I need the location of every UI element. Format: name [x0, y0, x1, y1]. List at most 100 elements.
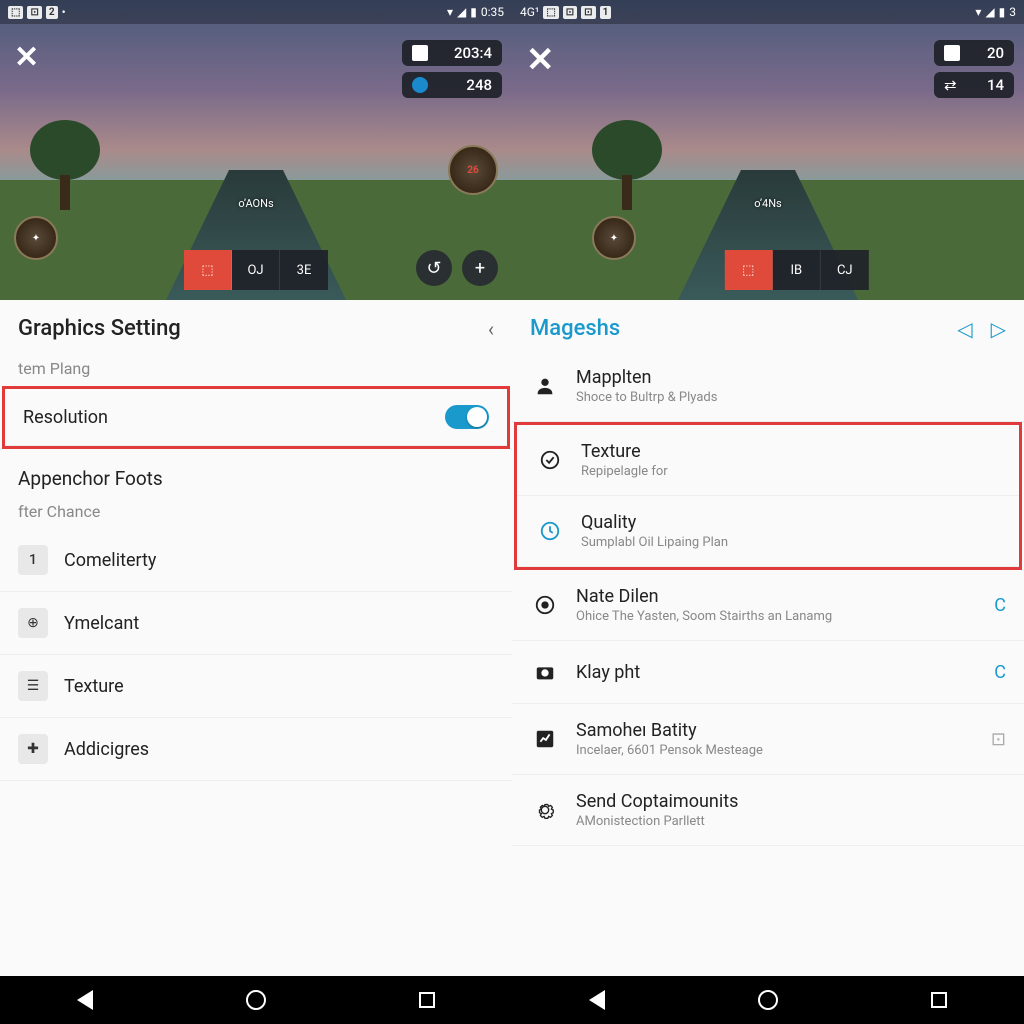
row-resolution[interactable]: Resolution	[5, 389, 507, 446]
status-badge: ⬚	[543, 6, 558, 19]
row-trailing: C	[994, 595, 1006, 616]
signal-icon: ◢	[457, 5, 466, 19]
row-label: Mapplten	[576, 367, 1006, 388]
hud-center-label: oʼ4Ns	[754, 197, 781, 210]
highlight-texture-quality: Texture Repipelagle for QualitySumplabl O…	[514, 422, 1022, 570]
section-label: fter Chance	[0, 494, 512, 529]
hud-rotate-button[interactable]: ↺	[416, 250, 452, 286]
row-sub: Ohice The Yasten, Soom Stairths an Lanam…	[576, 609, 978, 624]
row-send-copt[interactable]: Send Coptaimounits AMonistection Parllett	[512, 775, 1024, 846]
row-item[interactable]: ⊕ Ymelcant	[0, 592, 512, 655]
hud-btn-3[interactable]: 3E	[280, 250, 328, 290]
row-klay-pht[interactable]: Klay pht C	[512, 641, 1024, 704]
status-badge: ⊡	[581, 6, 595, 19]
gear-icon	[530, 795, 560, 825]
android-nav-bar	[0, 976, 512, 1024]
row-sub: Incelaer, 6601 Pensok Mesteage	[576, 743, 975, 758]
highlight-resolution: Resolution	[2, 386, 510, 449]
next-icon[interactable]: ▷	[991, 317, 1006, 341]
hud-stat-2[interactable]: ⇄14	[934, 72, 1014, 98]
row-texture[interactable]: Texture Repipelagle for	[517, 425, 1019, 496]
hud-stats: 20 ⇄14	[934, 40, 1014, 98]
status-left: 4G¹ ⬚ ⊡ ⊡ 1	[520, 5, 611, 19]
row-label: Texture	[581, 441, 1001, 462]
section-label: tem Plang	[0, 351, 512, 386]
hud-stat-1[interactable]: 203:4	[402, 40, 502, 66]
status-dot: •	[62, 5, 66, 19]
status-badge: 1	[600, 6, 612, 19]
home-button[interactable]	[244, 988, 268, 1012]
row-trailing: C	[994, 662, 1006, 683]
panel-header: Graphics Setting ‹	[0, 300, 512, 351]
close-icon[interactable]: ✕	[526, 40, 555, 80]
number-icon: 1	[18, 545, 48, 575]
recent-button[interactable]	[927, 988, 951, 1012]
panel-title: Mageshs	[530, 316, 620, 341]
row-trailing: ⊡	[991, 729, 1006, 750]
list-icon: ☰	[18, 671, 48, 701]
phone-right: 4G¹ ⬚ ⊡ ⊡ 1 ▾ ◢ ▮ 3 ✕ 20 ⇄14 ✦ oʼ4Ns ⬚ I…	[512, 0, 1024, 1024]
row-label: Texture	[64, 676, 494, 697]
row-label: Resolution	[23, 407, 429, 428]
status-bar: 4G¹ ⬚ ⊡ ⊡ 1 ▾ ◢ ▮ 3	[512, 0, 1024, 24]
resolution-toggle[interactable]	[445, 405, 489, 429]
plus-icon: ✚	[18, 734, 48, 764]
wifi-icon: ▾	[447, 5, 453, 19]
row-label: Quality	[581, 512, 1001, 533]
back-icon[interactable]: ‹	[488, 317, 494, 341]
row-sub: Shoce to Bultrp & Plyads	[576, 390, 1006, 405]
row-sub: AMonistection Parllett	[576, 814, 1006, 829]
status-badge: 2	[46, 6, 58, 19]
clock-icon	[535, 516, 565, 546]
battery-icon: ▮	[999, 5, 1006, 19]
row-samohe[interactable]: Samoheı Batity Incelaer, 6601 Pensok Mest…	[512, 704, 1024, 775]
phone-left: ⬚ ⊡ 2 • ▾ ◢ ▮ 0:35 ✕ 203:4 248 26 ✦ oʼAO…	[0, 0, 512, 1024]
hud-btn-3[interactable]: CJ	[821, 250, 869, 290]
row-nate-dilen[interactable]: Nate DilenOhice The Yasten, Soom Stairth…	[512, 570, 1024, 641]
back-button[interactable]	[585, 988, 609, 1012]
status-left: ⬚ ⊡ 2 •	[8, 5, 66, 19]
panel-title: Graphics Setting	[18, 316, 181, 341]
recent-button[interactable]	[415, 988, 439, 1012]
prev-icon[interactable]: ◁	[957, 317, 972, 341]
panel-nav: ◁ ▷	[957, 317, 1006, 341]
chart-icon	[530, 724, 560, 754]
back-button[interactable]	[73, 988, 97, 1012]
hud-badge[interactable]: 26	[448, 145, 498, 195]
home-button[interactable]	[756, 988, 780, 1012]
row-mappiten[interactable]: Mapplten Shoce to Bultrp & Plyads	[512, 351, 1024, 422]
close-icon[interactable]: ✕	[14, 40, 39, 75]
status-badge: ⊡	[563, 6, 577, 19]
game-preview: ✕ 20 ⇄14 ✦ oʼ4Ns ⬚ IB CJ	[512, 0, 1024, 300]
person-icon	[530, 371, 560, 401]
hud-badge-left[interactable]: ✦	[14, 216, 58, 260]
hud-bottom-bar: ⬚ IB CJ	[725, 250, 869, 290]
row-item[interactable]: ✚ Addicigres	[0, 718, 512, 781]
target-icon	[530, 590, 560, 620]
hud-badge-left[interactable]: ✦	[592, 216, 636, 260]
row-item[interactable]: ☰ Texture	[0, 655, 512, 718]
hud-stat-2[interactable]: 248	[402, 72, 502, 98]
row-label: Addicigres	[64, 739, 494, 760]
hud-btn-2[interactable]: OJ	[232, 250, 280, 290]
row-label: Send Coptaimounits	[576, 791, 1006, 812]
row-item[interactable]: 1 Comeliterty	[0, 529, 512, 592]
row-label: Klay pht	[576, 662, 978, 683]
hud-btn-2[interactable]: IB	[773, 250, 821, 290]
status-badge: ⬚	[8, 6, 23, 19]
network-label: 4G¹	[520, 5, 539, 19]
android-nav-bar	[512, 976, 1024, 1024]
row-sub: Repipelagle for	[581, 464, 1001, 479]
settings-panel: Mageshs ◁ ▷ Mapplten Shoce to Bultrp & Pl…	[512, 300, 1024, 976]
hud-btn-1[interactable]: ⬚	[725, 250, 773, 290]
status-right: ▾ ◢ ▮ 0:35	[447, 5, 504, 19]
settings-panel: Graphics Setting ‹ tem Plang Resolution …	[0, 300, 512, 976]
row-quality[interactable]: QualitySumplabl Oil Lipaing Plan	[517, 496, 1019, 567]
status-bar: ⬚ ⊡ 2 • ▾ ◢ ▮ 0:35	[0, 0, 512, 24]
game-preview: ✕ 203:4 248 26 ✦ oʼAONs ⬚ OJ 3E ↺ +	[0, 0, 512, 300]
row-label: Samoheı Batity	[576, 720, 975, 741]
hud-btn-1[interactable]: ⬚	[184, 250, 232, 290]
hud-stat-1[interactable]: 20	[934, 40, 1014, 66]
hud-plus-button[interactable]: +	[462, 250, 498, 286]
panel-header: Mageshs ◁ ▷	[512, 300, 1024, 351]
